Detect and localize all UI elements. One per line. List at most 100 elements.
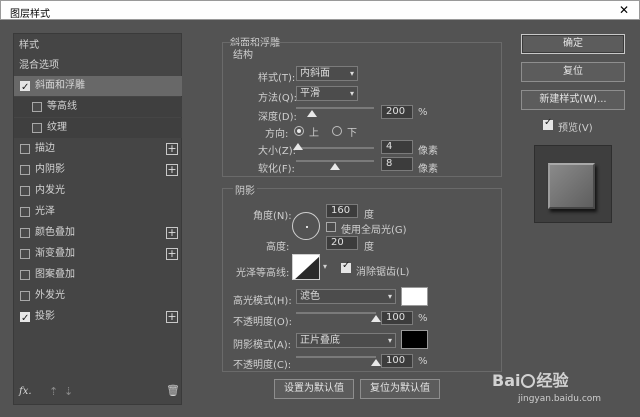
angle-dial[interactable]	[292, 212, 320, 240]
style-item-label: 等高线	[47, 101, 77, 112]
soften-label: 软化(F):	[258, 164, 295, 175]
styles-list-panel: 样式 混合选项 斜面和浮雕等高线纹理描边 + 内阴影 + 内发光光泽颜色叠加 + 渐变叠加 +…	[13, 33, 182, 405]
global-light-checkbox[interactable]	[326, 222, 336, 232]
blend-options-item[interactable]: 混合选项	[14, 56, 182, 76]
soften-slider-track[interactable]	[296, 160, 374, 162]
shadow-color-swatch[interactable]	[401, 330, 428, 349]
technique-select[interactable]: 平滑 ▾	[296, 86, 358, 101]
direction-up-label: 上	[309, 128, 319, 139]
depth-slider-track[interactable]	[296, 107, 374, 109]
direction-up-radio[interactable]	[294, 126, 304, 136]
style-item-checkbox[interactable]	[20, 165, 30, 175]
ok-button[interactable]: 确定	[521, 34, 625, 54]
highlight-color-swatch[interactable]	[401, 287, 428, 306]
style-item-checkbox[interactable]	[20, 144, 30, 154]
style-item-9[interactable]: 图案叠加	[14, 265, 182, 285]
preview-checkbox[interactable]	[543, 117, 553, 130]
style-select-value: 内斜面	[300, 68, 330, 79]
size-input[interactable]: 4	[381, 140, 413, 154]
close-icon[interactable]: ✕	[613, 2, 635, 19]
gloss-contour-preview[interactable]	[292, 254, 320, 280]
style-item-3[interactable]: 描边 +	[14, 139, 182, 159]
style-item-label: 光泽	[35, 206, 55, 217]
new-style-button[interactable]: 新建样式(W)...	[521, 90, 625, 110]
style-item-checkbox[interactable]	[20, 228, 30, 238]
soften-slider-thumb[interactable]	[330, 163, 340, 170]
add-icon[interactable]: +	[166, 227, 178, 239]
reset-default-button[interactable]: 复位为默认值	[360, 379, 440, 399]
depth-slider-thumb[interactable]	[306, 110, 317, 117]
technique-select-value: 平滑	[300, 88, 320, 99]
style-item-10[interactable]: 外发光	[14, 286, 182, 306]
chevron-down-icon[interactable]: ▾	[323, 262, 327, 271]
reset-button[interactable]: 复位	[521, 62, 625, 82]
add-icon[interactable]: +	[166, 143, 178, 155]
chevron-down-icon: ▾	[387, 292, 392, 301]
style-item-checkbox[interactable]	[20, 186, 30, 196]
styles-header[interactable]: 样式	[14, 36, 182, 56]
watermark-brand: Bai	[492, 371, 521, 390]
fx-icon: fx	[19, 386, 29, 397]
style-item-0[interactable]: 斜面和浮雕	[14, 76, 182, 98]
highlight-mode-value: 滤色	[300, 291, 320, 302]
size-slider-track[interactable]	[296, 147, 374, 149]
styles-header-label: 样式	[19, 40, 39, 51]
altitude-input[interactable]: 20	[326, 236, 358, 250]
shadow-mode-select[interactable]: 正片叠底 ▾	[296, 333, 396, 348]
style-item-8[interactable]: 渐变叠加 +	[14, 244, 182, 264]
style-item-7[interactable]: 颜色叠加 +	[14, 223, 182, 243]
style-item-checkbox[interactable]	[20, 270, 30, 280]
style-item-4[interactable]: 内阴影 +	[14, 160, 182, 180]
shadow-opacity-track[interactable]	[296, 356, 376, 358]
move-up-icon[interactable]: ⇡	[49, 385, 58, 398]
add-icon[interactable]: +	[166, 164, 178, 176]
style-item-checkbox[interactable]	[20, 207, 30, 217]
highlight-mode-label: 高光模式(H):	[233, 296, 292, 307]
highlight-opacity-track[interactable]	[296, 312, 376, 314]
style-item-1[interactable]: 等高线	[14, 97, 182, 117]
style-item-label: 内发光	[35, 185, 65, 196]
style-item-checkbox[interactable]	[32, 102, 42, 112]
fx-dot: .	[28, 386, 32, 397]
angle-input[interactable]: 160	[326, 204, 358, 218]
style-item-checkbox[interactable]	[32, 123, 42, 133]
depth-input[interactable]: 200	[381, 105, 413, 119]
add-icon[interactable]: +	[166, 311, 178, 323]
blend-options-label: 混合选项	[19, 60, 59, 71]
style-item-checkbox[interactable]	[20, 309, 30, 329]
shadow-opacity-input[interactable]: 100	[381, 354, 413, 368]
set-default-button[interactable]: 设置为默认值	[274, 379, 354, 399]
gloss-contour-label: 光泽等高线:	[236, 268, 290, 279]
style-item-2[interactable]: 纹理	[14, 118, 182, 138]
size-label: 大小(Z):	[258, 146, 297, 157]
direction-down-radio[interactable]	[332, 126, 342, 136]
depth-unit: %	[418, 107, 428, 118]
shadow-mode-value: 正片叠底	[300, 335, 340, 346]
style-item-5[interactable]: 内发光	[14, 181, 182, 201]
shadow-opacity-thumb[interactable]	[371, 359, 381, 366]
antialias-checkbox[interactable]	[341, 260, 351, 273]
fx-menu-button[interactable]: fx.	[19, 386, 32, 397]
antialias-label: 消除锯齿(L)	[356, 267, 410, 278]
watermark-logo: Bai 经验	[492, 367, 569, 391]
style-item-checkbox[interactable]	[20, 249, 30, 259]
style-select[interactable]: 内斜面 ▾	[296, 66, 358, 81]
watermark-url: jingyan.baidu.com	[518, 394, 602, 404]
highlight-opacity-thumb[interactable]	[371, 315, 381, 322]
size-slider-thumb[interactable]	[292, 143, 303, 150]
chevron-down-icon: ▾	[387, 336, 392, 345]
soften-input[interactable]: 8	[381, 157, 413, 171]
style-item-checkbox[interactable]	[20, 291, 30, 301]
style-item-label: 投影	[35, 311, 55, 322]
style-item-label: 图案叠加	[35, 269, 75, 280]
highlight-opacity-input[interactable]: 100	[381, 311, 413, 325]
style-item-11[interactable]: 投影 +	[14, 307, 182, 329]
style-item-checkbox[interactable]	[20, 78, 30, 98]
add-icon[interactable]: +	[166, 248, 178, 260]
global-light-label: 使用全局光(G)	[341, 225, 407, 236]
highlight-mode-select[interactable]: 滤色 ▾	[296, 289, 396, 304]
trash-icon[interactable]: 🗑	[166, 384, 180, 397]
chevron-down-icon: ▾	[349, 69, 354, 78]
move-down-icon[interactable]: ⇣	[64, 385, 73, 398]
style-item-6[interactable]: 光泽	[14, 202, 182, 222]
